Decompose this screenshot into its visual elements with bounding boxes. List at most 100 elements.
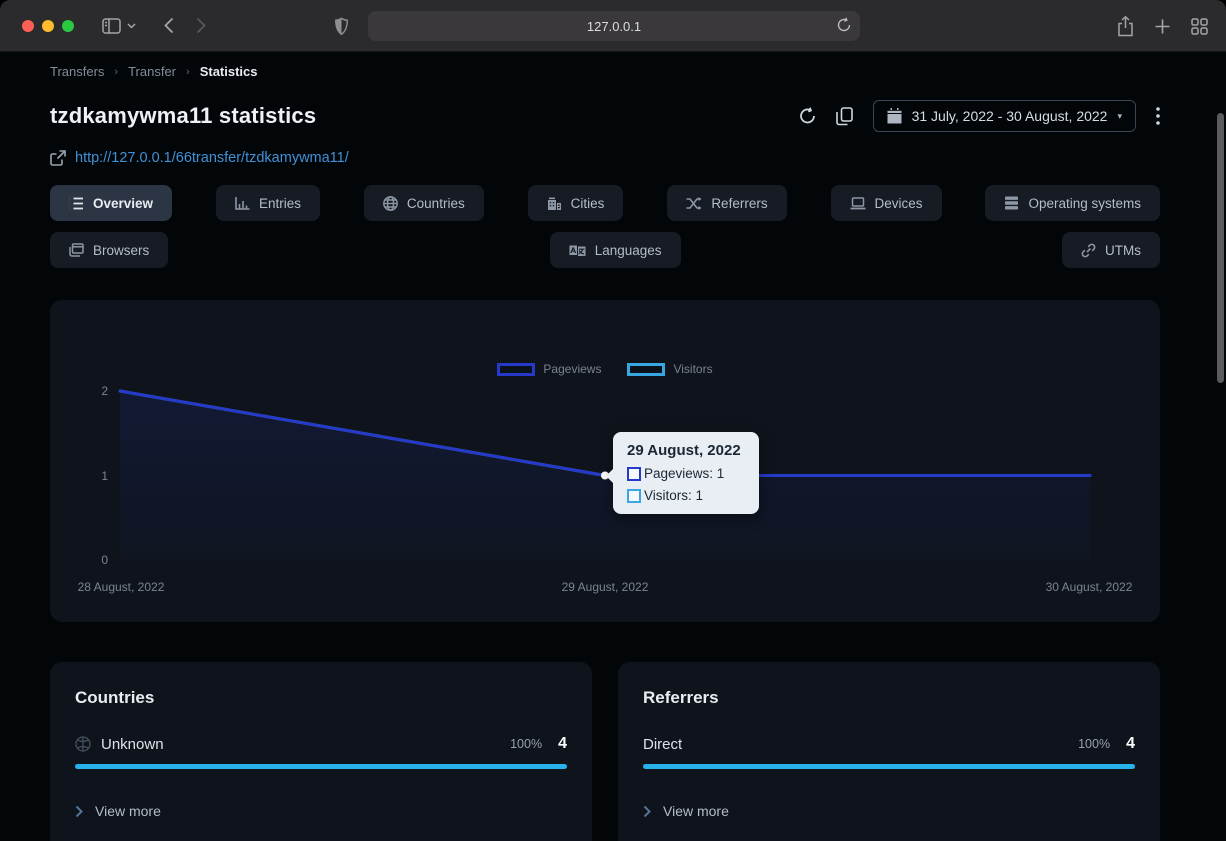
page-title: tzdkamywma11 statistics bbox=[50, 103, 317, 128]
tab-countries[interactable]: Countries bbox=[363, 185, 484, 221]
breadcrumb-statistics: Statistics bbox=[199, 64, 258, 79]
row-label: Direct bbox=[643, 735, 683, 753]
kebab-menu-icon[interactable] bbox=[1156, 107, 1160, 125]
y-axis-tick: 0 bbox=[101, 553, 108, 567]
y-axis-tick: 1 bbox=[101, 469, 108, 483]
chevron-right-icon bbox=[643, 805, 651, 818]
x-axis-tick: 28 August, 2022 bbox=[77, 580, 165, 594]
sidebar-toggle-icon[interactable] bbox=[102, 17, 121, 34]
chart-tooltip: 29 August, 2022 Pageviews: 1 Visitors: 1 bbox=[606, 432, 759, 514]
tooltip-pageviews-value: Pageviews: 1 bbox=[644, 466, 725, 481]
globe-icon bbox=[383, 195, 398, 211]
tab-languages[interactable]: Languages bbox=[549, 232, 681, 268]
shield-icon[interactable] bbox=[334, 17, 349, 36]
breadcrumb-transfer[interactable]: Transfer bbox=[128, 64, 176, 79]
link-icon bbox=[1081, 243, 1096, 258]
tab-browsers[interactable]: Browsers bbox=[50, 232, 169, 268]
progress-bar bbox=[643, 764, 1135, 769]
stats-tabs: Overview Entries Countries Cities Referr… bbox=[50, 185, 1160, 268]
tooltip-pageviews-swatch bbox=[627, 466, 641, 481]
tab-label: Devices bbox=[874, 195, 923, 211]
chevron-right-icon bbox=[75, 805, 83, 818]
view-more-label: View more bbox=[663, 803, 729, 819]
countries-card: Countries Unknown 100% 4 View more bbox=[50, 662, 592, 841]
new-tab-icon[interactable] bbox=[1155, 19, 1170, 34]
minimize-window-button[interactable] bbox=[42, 19, 54, 32]
copy-icon[interactable] bbox=[835, 106, 853, 126]
tab-referrers[interactable]: Referrers bbox=[667, 185, 787, 221]
refresh-icon[interactable] bbox=[799, 107, 816, 125]
chevron-down-icon: ▾ bbox=[1117, 110, 1122, 121]
row-count: 4 bbox=[1126, 735, 1135, 752]
tooltip-visitors-swatch bbox=[627, 488, 641, 503]
breadcrumb-transfers[interactable]: Transfers bbox=[50, 64, 104, 79]
row-label: Unknown bbox=[101, 735, 164, 753]
back-button[interactable] bbox=[164, 17, 174, 34]
browser-toolbar: 127.0.0.1 bbox=[0, 0, 1226, 52]
tab-cities[interactable]: Cities bbox=[527, 185, 624, 221]
forward-button[interactable] bbox=[196, 17, 206, 34]
date-range-picker[interactable]: 31 July, 2022 - 30 August, 2022 ▾ bbox=[872, 100, 1136, 132]
breadcrumb: Transfers › Transfer › Statistics bbox=[50, 64, 1160, 79]
external-link-icon bbox=[50, 150, 66, 166]
laptop-icon bbox=[850, 196, 866, 210]
page-scrollbar[interactable] bbox=[1217, 113, 1224, 383]
tab-label: UTMs bbox=[1105, 242, 1141, 258]
page-content: Transfers › Transfer › Statistics tzdkam… bbox=[0, 52, 1226, 841]
window-icon bbox=[69, 243, 84, 257]
tab-devices[interactable]: Devices bbox=[830, 185, 942, 221]
zoom-window-button[interactable] bbox=[62, 19, 74, 32]
sidebar-chevron-down-icon[interactable] bbox=[127, 22, 136, 29]
overview-chart-svg[interactable] bbox=[50, 300, 1160, 622]
window-controls bbox=[22, 19, 74, 32]
tooltip-visitors-value: Visitors: 1 bbox=[644, 488, 704, 503]
x-axis-tick: 30 August, 2022 bbox=[1045, 580, 1133, 594]
tab-label: Entries bbox=[258, 195, 301, 211]
tab-label: Operating systems bbox=[1028, 195, 1141, 211]
tab-label: Browsers bbox=[93, 242, 150, 258]
overview-chart-card: Pageviews Visitors 2 1 0 28 August, 2022… bbox=[50, 300, 1160, 622]
transfer-url-link[interactable]: http://127.0.0.1/66transfer/tzdkamywma11… bbox=[75, 150, 349, 166]
progress-bar bbox=[75, 764, 567, 769]
date-range-label: 31 July, 2022 - 30 August, 2022 bbox=[911, 108, 1108, 124]
tab-label: Cities bbox=[570, 195, 605, 211]
breadcrumb-separator-icon: › bbox=[186, 65, 190, 78]
tab-label: Referrers bbox=[711, 195, 768, 211]
x-axis-tick: 29 August, 2022 bbox=[561, 580, 649, 594]
address-bar-url: 127.0.0.1 bbox=[586, 18, 642, 34]
tab-overview-icon[interactable] bbox=[1191, 17, 1208, 35]
globe-unknown-icon bbox=[75, 736, 91, 752]
bar-chart-icon bbox=[235, 196, 250, 210]
row-percent: 100% bbox=[1078, 737, 1111, 751]
tab-utms[interactable]: UTMs bbox=[1062, 232, 1160, 268]
tab-overview[interactable]: Overview bbox=[50, 185, 173, 221]
card-title: Countries bbox=[75, 688, 155, 707]
tab-entries[interactable]: Entries bbox=[215, 185, 320, 221]
tab-operating-systems[interactable]: Operating systems bbox=[985, 185, 1160, 221]
tooltip-title: 29 August, 2022 bbox=[627, 442, 741, 459]
view-more-button[interactable]: View more bbox=[75, 803, 161, 819]
server-icon bbox=[1004, 196, 1019, 210]
breadcrumb-separator-icon: › bbox=[114, 65, 119, 78]
translate-icon bbox=[569, 244, 586, 257]
card-title: Referrers bbox=[643, 688, 719, 707]
view-more-button[interactable]: View more bbox=[643, 803, 729, 819]
table-row: Direct 100% 4 bbox=[643, 735, 1135, 769]
list-icon bbox=[69, 196, 84, 210]
building-icon bbox=[547, 196, 562, 210]
row-count: 4 bbox=[558, 735, 567, 752]
reload-icon[interactable] bbox=[837, 17, 851, 38]
calendar-icon bbox=[887, 108, 902, 124]
row-percent: 100% bbox=[510, 737, 543, 751]
view-more-label: View more bbox=[95, 803, 161, 819]
y-axis-tick: 2 bbox=[101, 384, 108, 398]
referrers-card: Referrers Direct 100% 4 View more bbox=[618, 662, 1160, 841]
tab-label: Countries bbox=[406, 195, 465, 211]
share-icon[interactable] bbox=[1117, 15, 1134, 37]
address-bar[interactable]: 127.0.0.1 bbox=[368, 11, 860, 41]
close-window-button[interactable] bbox=[22, 19, 34, 32]
table-row: Unknown 100% 4 bbox=[75, 735, 567, 769]
browser-window: 127.0.0.1 Transfers › Transfer › Statist… bbox=[0, 0, 1226, 841]
shuffle-icon bbox=[686, 196, 702, 210]
tab-label: Languages bbox=[594, 242, 662, 258]
